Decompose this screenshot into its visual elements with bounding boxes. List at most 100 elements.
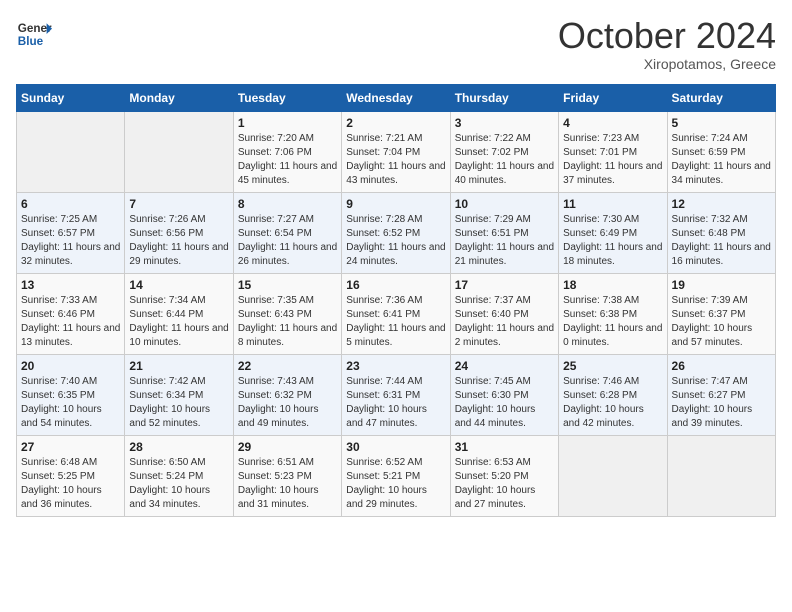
calendar-cell: 20 Sunrise: 7:40 AMSunset: 6:35 PMDayligh… [17, 354, 125, 435]
calendar-cell: 9 Sunrise: 7:28 AMSunset: 6:52 PMDaylight… [342, 192, 450, 273]
calendar-cell: 29Sunrise: 6:51 AMSunset: 5:23 PMDayligh… [233, 435, 341, 516]
calendar-cell: 8 Sunrise: 7:27 AMSunset: 6:54 PMDaylight… [233, 192, 341, 273]
day-number: 25 [563, 359, 662, 373]
calendar-cell [667, 435, 775, 516]
day-number: 20 [21, 359, 120, 373]
calendar-cell: 28 Sunrise: 6:50 AMSunset: 5:24 PMDayligh… [125, 435, 233, 516]
weekday-header-sunday: Sunday [17, 84, 125, 111]
day-number: 5 [672, 116, 771, 130]
day-number: 15 [238, 278, 337, 292]
month-title: October 2024 [558, 16, 776, 56]
calendar-cell: 6 Sunrise: 7:25 AMSunset: 6:57 PMDaylight… [17, 192, 125, 273]
calendar-cell [17, 111, 125, 192]
calendar-cell: 15 Sunrise: 7:35 AMSunset: 6:43 PMDayligh… [233, 273, 341, 354]
calendar-cell: 3 Sunrise: 7:22 AMSunset: 7:02 PMDaylight… [450, 111, 558, 192]
day-number: 16 [346, 278, 445, 292]
day-info: Sunrise: 6:48 AMSunset: 5:25 PMDaylight:… [21, 456, 120, 512]
day-number: 13 [21, 278, 120, 292]
day-number: 26 [672, 359, 771, 373]
day-number: 31 [455, 440, 554, 454]
page-header: General Blue October 2024 Xiropotamos, G… [16, 16, 776, 72]
day-number: 22 [238, 359, 337, 373]
day-number: 12 [672, 197, 771, 211]
day-info: Sunrise: 7:42 AMSunset: 6:34 PMDaylight:… [129, 375, 228, 431]
day-info: Sunrise: 7:22 AMSunset: 7:02 PMDaylight:… [455, 132, 554, 188]
calendar-cell: 10Sunrise: 7:29 AMSunset: 6:51 PMDayligh… [450, 192, 558, 273]
calendar-cell: 27 Sunrise: 6:48 AMSunset: 5:25 PMDayligh… [17, 435, 125, 516]
calendar-table: SundayMondayTuesdayWednesdayThursdayFrid… [16, 84, 776, 517]
day-info: Sunrise: 6:53 AMSunset: 5:20 PMDaylight:… [455, 456, 554, 512]
calendar-cell: 17 Sunrise: 7:37 AMSunset: 6:40 PMDayligh… [450, 273, 558, 354]
calendar-cell: 23 Sunrise: 7:44 AMSunset: 6:31 PMDayligh… [342, 354, 450, 435]
calendar-cell: 25 Sunrise: 7:46 AMSunset: 6:28 PMDayligh… [559, 354, 667, 435]
svg-text:Blue: Blue [18, 35, 44, 48]
day-number: 4 [563, 116, 662, 130]
day-info: Sunrise: 6:50 AMSunset: 5:24 PMDaylight:… [129, 456, 228, 512]
calendar-cell: 11 Sunrise: 7:30 AMSunset: 6:49 PMDayligh… [559, 192, 667, 273]
day-info: Sunrise: 7:32 AMSunset: 6:48 PMDaylight:… [672, 213, 771, 269]
weekday-header-wednesday: Wednesday [342, 84, 450, 111]
calendar-cell: 7Sunrise: 7:26 AMSunset: 6:56 PMDaylight… [125, 192, 233, 273]
day-number: 8 [238, 197, 337, 211]
location-subtitle: Xiropotamos, Greece [558, 56, 776, 72]
day-info: Sunrise: 7:24 AMSunset: 6:59 PMDaylight:… [672, 132, 771, 188]
day-number: 19 [672, 278, 771, 292]
day-info: Sunrise: 7:44 AMSunset: 6:31 PMDaylight:… [346, 375, 445, 431]
calendar-cell: 24 Sunrise: 7:45 AMSunset: 6:30 PMDayligh… [450, 354, 558, 435]
weekday-header-friday: Friday [559, 84, 667, 111]
day-info: Sunrise: 7:33 AMSunset: 6:46 PMDaylight:… [21, 294, 120, 350]
calendar-cell: 14 Sunrise: 7:34 AMSunset: 6:44 PMDayligh… [125, 273, 233, 354]
day-number: 11 [563, 197, 662, 211]
calendar-cell: 22 Sunrise: 7:43 AMSunset: 6:32 PMDayligh… [233, 354, 341, 435]
day-info: Sunrise: 7:36 AMSunset: 6:41 PMDaylight:… [346, 294, 445, 350]
calendar-cell: 18Sunrise: 7:38 AMSunset: 6:38 PMDayligh… [559, 273, 667, 354]
day-number: 23 [346, 359, 445, 373]
day-number: 27 [21, 440, 120, 454]
calendar-cell: 30 Sunrise: 6:52 AMSunset: 5:21 PMDayligh… [342, 435, 450, 516]
day-number: 14 [129, 278, 228, 292]
day-info: Sunrise: 7:35 AMSunset: 6:43 PMDaylight:… [238, 294, 337, 350]
day-info: Sunrise: 7:38 AMSunset: 6:38 PMDaylight:… [563, 294, 662, 350]
day-info: Sunrise: 7:23 AMSunset: 7:01 PMDaylight:… [563, 132, 662, 188]
day-info: Sunrise: 7:40 AMSunset: 6:35 PMDaylight:… [21, 375, 120, 431]
day-info: Sunrise: 6:51 AMSunset: 5:23 PMDaylight:… [238, 456, 337, 512]
day-info: Sunrise: 6:52 AMSunset: 5:21 PMDaylight:… [346, 456, 445, 512]
weekday-header-saturday: Saturday [667, 84, 775, 111]
title-block: October 2024 Xiropotamos, Greece [558, 16, 776, 72]
calendar-cell: 5 Sunrise: 7:24 AMSunset: 6:59 PMDaylight… [667, 111, 775, 192]
calendar-cell: 31 Sunrise: 6:53 AMSunset: 5:20 PMDayligh… [450, 435, 558, 516]
day-info: Sunrise: 7:37 AMSunset: 6:40 PMDaylight:… [455, 294, 554, 350]
day-info: Sunrise: 7:39 AMSunset: 6:37 PMDaylight:… [672, 294, 771, 350]
day-info: Sunrise: 7:25 AMSunset: 6:57 PMDaylight:… [21, 213, 120, 269]
day-number: 9 [346, 197, 445, 211]
day-number: 1 [238, 116, 337, 130]
day-number: 17 [455, 278, 554, 292]
day-number: 6 [21, 197, 120, 211]
day-info: Sunrise: 7:20 AMSunset: 7:06 PMDaylight:… [238, 132, 337, 188]
day-info: Sunrise: 7:43 AMSunset: 6:32 PMDaylight:… [238, 375, 337, 431]
day-info: Sunrise: 7:30 AMSunset: 6:49 PMDaylight:… [563, 213, 662, 269]
day-info: Sunrise: 7:45 AMSunset: 6:30 PMDaylight:… [455, 375, 554, 431]
calendar-cell: 2 Sunrise: 7:21 AMSunset: 7:04 PMDaylight… [342, 111, 450, 192]
day-info: Sunrise: 7:46 AMSunset: 6:28 PMDaylight:… [563, 375, 662, 431]
day-number: 28 [129, 440, 228, 454]
day-info: Sunrise: 7:34 AMSunset: 6:44 PMDaylight:… [129, 294, 228, 350]
calendar-cell: 26Sunrise: 7:47 AMSunset: 6:27 PMDayligh… [667, 354, 775, 435]
calendar-cell [559, 435, 667, 516]
day-number: 2 [346, 116, 445, 130]
day-info: Sunrise: 7:29 AMSunset: 6:51 PMDaylight:… [455, 213, 554, 269]
day-number: 24 [455, 359, 554, 373]
calendar-cell: 1 Sunrise: 7:20 AMSunset: 7:06 PMDaylight… [233, 111, 341, 192]
logo-icon: General Blue [16, 16, 52, 52]
day-info: Sunrise: 7:28 AMSunset: 6:52 PMDaylight:… [346, 213, 445, 269]
calendar-cell: 4 Sunrise: 7:23 AMSunset: 7:01 PMDaylight… [559, 111, 667, 192]
weekday-header-tuesday: Tuesday [233, 84, 341, 111]
calendar-cell: 16 Sunrise: 7:36 AMSunset: 6:41 PMDayligh… [342, 273, 450, 354]
day-number: 30 [346, 440, 445, 454]
calendar-cell: 19 Sunrise: 7:39 AMSunset: 6:37 PMDayligh… [667, 273, 775, 354]
day-info: Sunrise: 7:27 AMSunset: 6:54 PMDaylight:… [238, 213, 337, 269]
day-info: Sunrise: 7:21 AMSunset: 7:04 PMDaylight:… [346, 132, 445, 188]
day-number: 3 [455, 116, 554, 130]
day-number: 21 [129, 359, 228, 373]
calendar-cell: 21 Sunrise: 7:42 AMSunset: 6:34 PMDayligh… [125, 354, 233, 435]
